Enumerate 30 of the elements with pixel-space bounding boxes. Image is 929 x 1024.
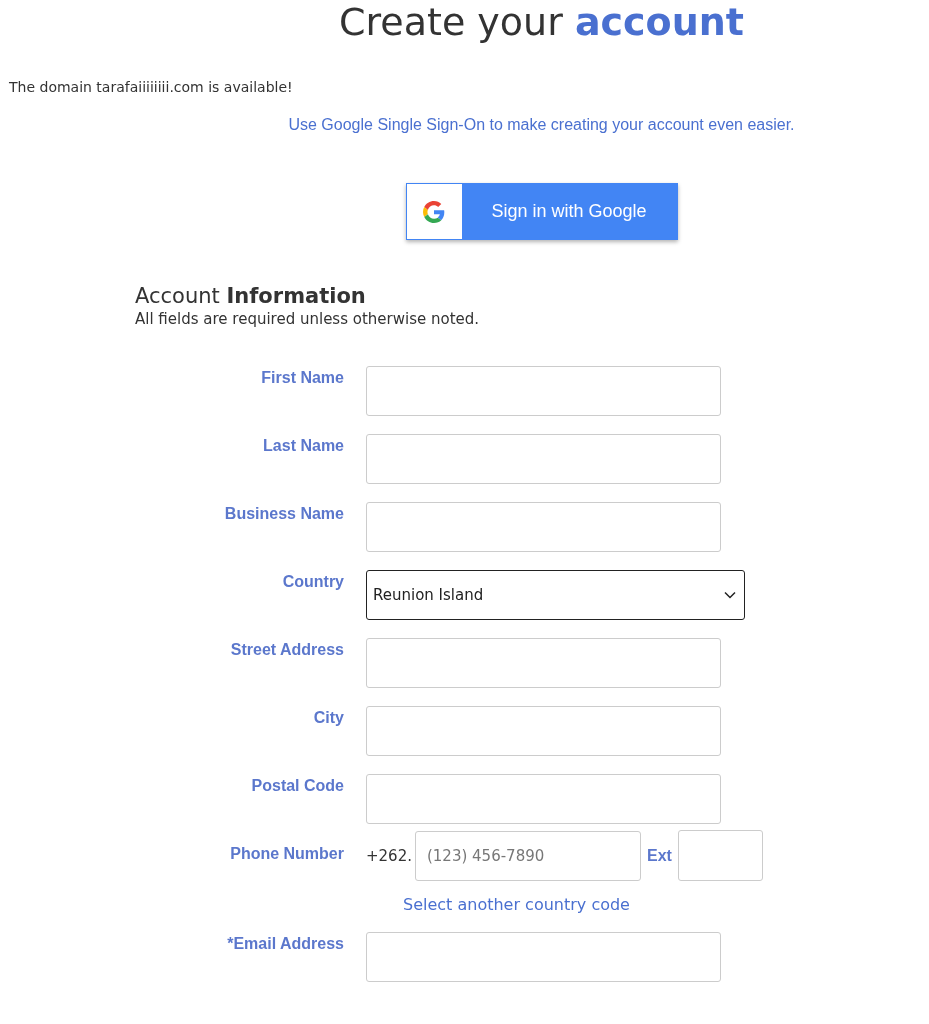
country-code: +262.	[366, 847, 412, 865]
field-label: Street Address	[230, 641, 344, 659]
chevron-down-icon	[724, 591, 736, 599]
field-label: *Email Address	[227, 935, 344, 953]
section-heading: Account Information	[135, 283, 367, 309]
sso-prompt: Use Google Single Sign-On to make creating your account even easier.	[288, 116, 795, 134]
google-logo-icon	[423, 200, 445, 223]
field-label: Country	[282, 573, 344, 591]
field-label: Business Name	[224, 505, 344, 523]
text-field[interactable]	[366, 932, 721, 982]
text-field[interactable]	[366, 774, 721, 824]
ext-field[interactable]	[677, 829, 763, 881]
country-dropdown[interactable]: Reunion Island	[366, 570, 745, 620]
field-label: Postal Code	[251, 777, 344, 795]
text-field[interactable]	[366, 638, 721, 688]
text-field[interactable]	[366, 366, 721, 416]
field-label: Last Name	[263, 437, 344, 455]
field-label: City	[313, 709, 344, 727]
ext-label: Ext	[646, 847, 672, 865]
domain-notice: The domain tarafaiiiiiiii.com is available!	[9, 79, 293, 95]
field-label: Phone Number	[230, 845, 344, 863]
phone-field[interactable]: (123) 456-7890	[414, 831, 641, 881]
country-code-link[interactable]: Select another country code	[403, 895, 630, 914]
text-field[interactable]	[366, 706, 721, 756]
google-sign-in-button[interactable]: Sign in with Google	[405, 183, 678, 240]
text-field[interactable]	[366, 434, 721, 484]
required-note: All fields are required unless otherwise noted.	[135, 310, 480, 328]
text-field[interactable]	[366, 502, 721, 552]
page-title: Create your account	[338, 0, 745, 44]
field-label: First Name	[261, 369, 344, 387]
